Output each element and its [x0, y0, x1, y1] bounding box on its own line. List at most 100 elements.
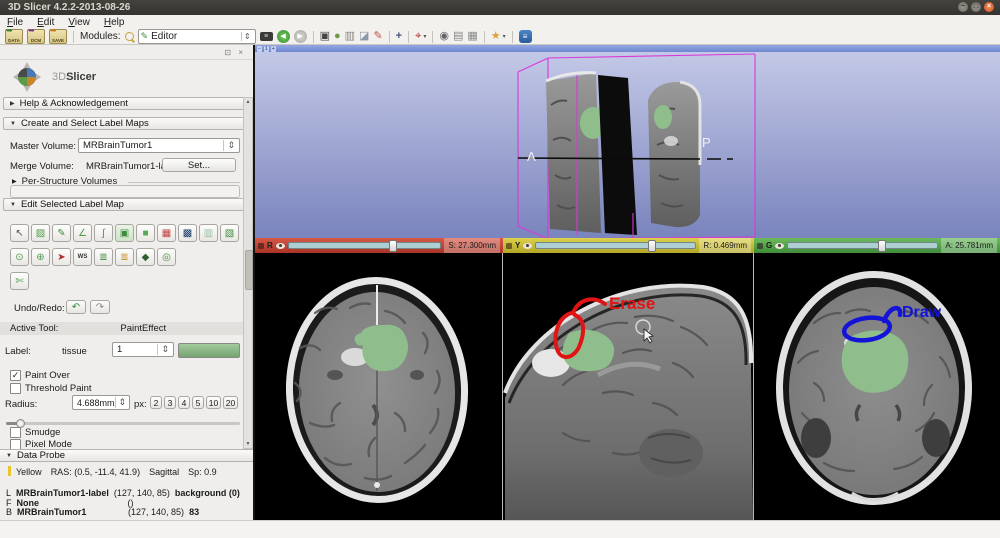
- draw-effect-button[interactable]: ✎: [52, 224, 71, 242]
- identify-islands-button[interactable]: ▦: [157, 224, 176, 242]
- visibility-eye-icon[interactable]: [523, 243, 532, 249]
- crosshair-icon[interactable]: +: [396, 30, 402, 43]
- radius-spin-icon[interactable]: ⇕: [115, 397, 127, 408]
- editor-pencil-icon: ✎: [141, 30, 149, 43]
- scissors-tool-button[interactable]: ✄: [10, 272, 29, 290]
- module-forward-button[interactable]: ▶: [294, 30, 307, 43]
- wand-effect-button[interactable]: ∫: [94, 224, 113, 242]
- red-slice-view[interactable]: [255, 253, 503, 520]
- pin-icon[interactable]: [258, 243, 264, 249]
- radius-5px-button[interactable]: 5: [192, 396, 204, 409]
- paint-over-checkbox[interactable]: ✓: [10, 370, 21, 381]
- scene-view-icon[interactable]: ▤: [453, 30, 463, 43]
- panel-scrollbar[interactable]: ▲ ▼: [243, 97, 253, 449]
- radius-4px-button[interactable]: 4: [178, 396, 190, 409]
- radius-2px-button[interactable]: 2: [150, 396, 162, 409]
- center-3d-view-icon[interactable]: ●: [334, 30, 341, 43]
- module-spin-icon[interactable]: ⇕: [241, 32, 253, 41]
- label-color-swatch[interactable]: [178, 343, 240, 358]
- pin-dropdown-icon[interactable]: ▾: [423, 33, 426, 40]
- panel-close-icon[interactable]: ×: [238, 48, 243, 57]
- radius-spinbox[interactable]: 4.688mm ⇕: [72, 395, 130, 410]
- star-dropdown-icon[interactable]: ▾: [503, 33, 506, 40]
- label-spin-icon[interactable]: ⇕: [157, 344, 169, 355]
- rectangle-effect-button[interactable]: ▣: [115, 224, 134, 242]
- radius-10px-button[interactable]: 10: [206, 396, 221, 409]
- menu-file[interactable]: File: [0, 17, 30, 28]
- slicer-window: 3D Slicer 4.2.2-2013-08-26 − □ × File Ed…: [0, 0, 1000, 538]
- screenshot-icon[interactable]: ◪: [359, 30, 369, 43]
- redo-button[interactable]: ↷: [90, 300, 110, 314]
- threshold-bucket-button[interactable]: ≣: [94, 248, 113, 266]
- green-slice-slider[interactable]: [787, 242, 938, 249]
- window-close-button[interactable]: ×: [984, 2, 994, 12]
- threshold-effect-button[interactable]: ■: [136, 224, 155, 242]
- layers-icon[interactable]: ▥: [345, 30, 355, 43]
- grow-cut-segment-button[interactable]: ◆: [136, 248, 155, 266]
- module-selector[interactable]: ✎ Editor ⇕: [138, 29, 256, 44]
- layout-menu-button[interactable]: ≡: [260, 32, 273, 41]
- save-island-button[interactable]: ▧: [220, 224, 239, 242]
- level-tracing-button[interactable]: ∠: [73, 224, 92, 242]
- menu-view[interactable]: View: [61, 17, 97, 28]
- threshold-paint-button[interactable]: ≣: [115, 248, 134, 266]
- section-edit-label-map[interactable]: ▼ Edit Selected Label Map: [3, 198, 250, 211]
- maximize-button[interactable]: □: [971, 2, 981, 12]
- save-button[interactable]: ➥ SAVE: [49, 29, 67, 44]
- collapse-icon: ▼: [10, 121, 16, 127]
- menu-help[interactable]: Help: [97, 17, 132, 28]
- load-data-button[interactable]: ➥ DATA: [5, 29, 23, 44]
- pin-icon[interactable]: [506, 243, 512, 249]
- erode-effect-button[interactable]: ⊙: [10, 248, 29, 266]
- yellow-slice-view[interactable]: Erase: [503, 253, 754, 520]
- master-volume-selector[interactable]: MRBrainTumor1 ⇕: [78, 138, 240, 153]
- collapse-icon: ▼: [6, 453, 12, 459]
- paint-over-label: Paint Over: [25, 370, 70, 381]
- scene-view-restore-icon[interactable]: ▦: [467, 30, 477, 43]
- screen-capture-icon[interactable]: ◉: [439, 30, 449, 43]
- load-dicom-button[interactable]: ➥ DCM: [27, 29, 45, 44]
- dilate-effect-button[interactable]: ⊕: [31, 248, 50, 266]
- paint-effect-button[interactable]: ▨: [31, 224, 50, 242]
- radius-slider[interactable]: [6, 422, 240, 425]
- extension-manager-icon[interactable]: ≡: [519, 30, 532, 43]
- red-slice-controller: R S: 27.300mm: [255, 238, 503, 253]
- radius-20px-button[interactable]: 20: [223, 396, 238, 409]
- expand-icon: ▶: [12, 178, 17, 185]
- visibility-eye-icon[interactable]: [775, 243, 784, 249]
- section-create-label-maps[interactable]: ▼ Create and Select Label Maps: [3, 117, 250, 130]
- view-layout: − 1 +: [255, 45, 1000, 520]
- active-tool-band: Active Tool: PaintEffect: [0, 322, 253, 335]
- yellow-slice-offset: R: 0.469mm: [699, 238, 751, 253]
- fast-marching-button[interactable]: ◎: [157, 248, 176, 266]
- section-data-probe[interactable]: ▼ Data Probe: [0, 449, 253, 462]
- annotation-pencil-icon[interactable]: ✎: [373, 30, 382, 43]
- undo-button[interactable]: ↶: [66, 300, 86, 314]
- favorites-star-icon[interactable]: ★: [491, 30, 501, 43]
- expand-icon: ▶: [10, 100, 15, 107]
- label-spinbox[interactable]: 1 ⇕: [112, 342, 174, 357]
- green-slice-view[interactable]: Draw: [754, 253, 1000, 520]
- section-help-acknowledgement[interactable]: ▶ Help & Acknowledgement: [3, 97, 250, 110]
- panel-undock-icon[interactable]: ⊡: [224, 48, 231, 57]
- module-search-icon[interactable]: [125, 32, 134, 41]
- pin-icon[interactable]: [757, 243, 763, 249]
- remove-islands-button[interactable]: ▥: [199, 224, 218, 242]
- threeD-view[interactable]: − 1 +: [255, 45, 1000, 238]
- threshold-paint-checkbox[interactable]: [10, 383, 21, 394]
- module-back-button[interactable]: ◀: [277, 30, 290, 43]
- default-tool-button[interactable]: ↖: [10, 224, 29, 242]
- red-slice-slider[interactable]: [288, 242, 442, 249]
- mouse-mode-pin-icon[interactable]: ⌖: [415, 30, 421, 43]
- grow-cut-button[interactable]: ➤: [52, 248, 71, 266]
- watershed-marker-button[interactable]: WS: [73, 248, 92, 266]
- radius-3px-button[interactable]: 3: [164, 396, 176, 409]
- layout-cube-icon[interactable]: ▣: [320, 30, 330, 43]
- visibility-eye-icon[interactable]: [276, 243, 285, 249]
- change-island-button[interactable]: ▩: [178, 224, 197, 242]
- minimize-button[interactable]: −: [958, 2, 968, 12]
- set-merge-volume-button[interactable]: Set...: [162, 158, 236, 172]
- smudge-checkbox[interactable]: [10, 427, 21, 438]
- combo-spin-icon[interactable]: ⇕: [223, 140, 235, 151]
- yellow-slice-slider[interactable]: [535, 242, 696, 249]
